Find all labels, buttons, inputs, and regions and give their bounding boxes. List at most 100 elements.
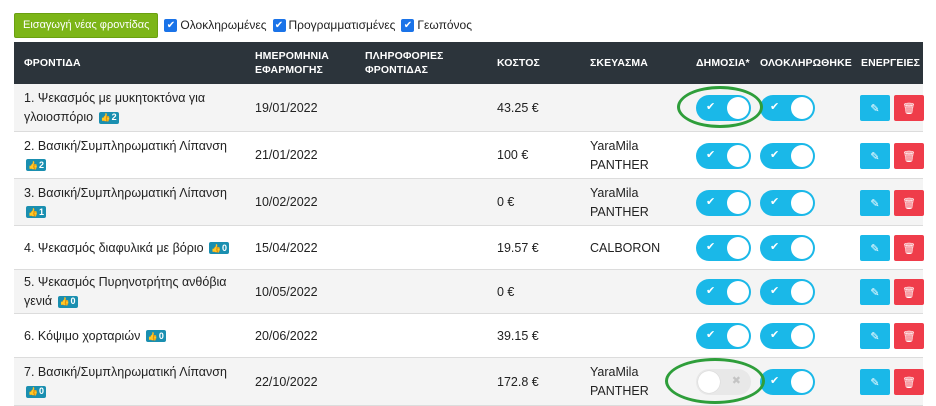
col-completed: ΟΛΟΚΛΗΡΩΘΗΚΕ bbox=[760, 57, 852, 69]
info-cell bbox=[365, 132, 485, 179]
toggle-knob bbox=[791, 145, 813, 167]
toggle-knob bbox=[727, 325, 749, 347]
thumbs-up-icon: 👍 bbox=[147, 331, 158, 341]
care-name[interactable]: 5. Ψεκασμός Πυρηνοτρήτης ανθόβια γενιά bbox=[24, 275, 227, 308]
cost-cell: 0 € bbox=[497, 195, 515, 209]
care-name-cell: 2. Βασική/Συμπληρωματική Λίπανση 👍 2 bbox=[24, 132, 246, 179]
thumbs-up-icon: 👍 bbox=[59, 297, 70, 307]
info-cell bbox=[365, 179, 485, 226]
delete-button[interactable]: 🗑 bbox=[894, 143, 924, 169]
trash-icon: 🗑 bbox=[902, 241, 916, 255]
delete-button[interactable]: 🗑 bbox=[894, 279, 924, 305]
care-name-cell: 4. Ψεκασμός διαφυλικά με βόριο 👍 0 bbox=[24, 226, 246, 270]
table-row: 4. Ψεκασμός διαφυλικά με βόριο 👍 0 15/04/2… bbox=[14, 226, 924, 270]
edit-button[interactable]: ✎ bbox=[860, 190, 890, 216]
date-cell: 15/04/2022 bbox=[255, 240, 318, 255]
checkbox-checked-icon[interactable]: ✔ bbox=[164, 18, 178, 32]
delete-button[interactable]: 🗑 bbox=[894, 235, 924, 261]
date-cell: 21/01/2022 bbox=[255, 148, 318, 162]
edit-button[interactable]: ✎ bbox=[860, 235, 890, 261]
check-icon: ✔ bbox=[770, 240, 780, 253]
col-date-line2: ΕΦΑΡΜΟΓΗΣ bbox=[255, 64, 323, 76]
checkbox-checked-icon[interactable]: ✔ bbox=[272, 18, 286, 32]
public-toggle[interactable]: ✔ bbox=[696, 323, 751, 349]
check-icon: ✔ bbox=[706, 240, 716, 253]
toggle-knob bbox=[727, 145, 749, 167]
check-icon: ✔ bbox=[706, 328, 716, 341]
cost-cell: 39.15 € bbox=[497, 328, 539, 343]
product-cell bbox=[590, 314, 680, 358]
toggle-knob bbox=[791, 192, 813, 214]
edit-icon: ✎ bbox=[870, 375, 880, 389]
likes-count: 0 bbox=[158, 330, 164, 341]
completed-toggle[interactable]: ✔ bbox=[760, 369, 815, 395]
care-name-cell: 5. Ψεκασμός Πυρηνοτρήτης ανθόβια γενιά 👍… bbox=[24, 270, 246, 314]
col-date-line1: ΗΜΕΡΟΜΗΝΙΑ bbox=[255, 50, 329, 62]
care-name[interactable]: 6. Κόψιμο χορταριών bbox=[24, 329, 140, 343]
delete-button[interactable]: 🗑 bbox=[894, 95, 924, 121]
check-icon: ✔ bbox=[770, 328, 780, 341]
delete-button[interactable]: 🗑 bbox=[894, 323, 924, 349]
care-name-cell: 1. Ψεκασμός με μυκητοκτόνα για γλοιοσπόρ… bbox=[24, 84, 246, 132]
public-toggle[interactable]: ✔ bbox=[696, 190, 751, 216]
filter-scheduled[interactable]: ✔ Προγραμματισμένες bbox=[272, 18, 396, 32]
edit-icon: ✎ bbox=[870, 329, 880, 343]
edit-button[interactable]: ✎ bbox=[860, 369, 890, 395]
edit-button[interactable]: ✎ bbox=[860, 95, 890, 121]
col-date: ΗΜΕΡΟΜΗΝΙΑ ΕΦΑΡΜΟΓΗΣ bbox=[255, 42, 329, 84]
public-toggle[interactable]: ✔ bbox=[696, 235, 751, 261]
table-row: 2. Βασική/Συμπληρωματική Λίπανση 👍 2 21/01… bbox=[14, 132, 924, 179]
edit-button[interactable]: ✎ bbox=[860, 143, 890, 169]
edit-button[interactable]: ✎ bbox=[860, 279, 890, 305]
care-name[interactable]: 7. Βασική/Συμπληρωματική Λίπανση bbox=[24, 365, 227, 379]
date-cell: 22/10/2022 bbox=[255, 374, 318, 389]
info-cell bbox=[365, 358, 485, 406]
toggle-knob bbox=[791, 97, 813, 119]
toggle-knob bbox=[727, 192, 749, 214]
likes-badge: 👍 0 bbox=[57, 295, 78, 308]
likes-count: 1 bbox=[38, 206, 44, 217]
product-cell: YaraMila PANTHER bbox=[590, 138, 649, 172]
trash-icon: 🗑 bbox=[902, 375, 916, 389]
filter-completed[interactable]: ✔ Ολοκληρωμένες bbox=[164, 18, 267, 32]
date-cell: 10/02/2022 bbox=[255, 195, 318, 209]
check-icon: ✔ bbox=[706, 195, 716, 208]
info-cell bbox=[365, 226, 485, 270]
toolbar: Εισαγωγή νέας φροντίδας ✔ Ολοκληρωμένες … bbox=[14, 12, 472, 38]
care-name[interactable]: 3. Βασική/Συμπληρωματική Λίπανση bbox=[24, 186, 227, 200]
public-toggle[interactable]: ✔ bbox=[696, 279, 751, 305]
completed-toggle[interactable]: ✔ bbox=[760, 235, 815, 261]
care-name[interactable]: 4. Ψεκασμός διαφυλικά με βόριο bbox=[24, 241, 204, 255]
care-table: ΦΡΟΝΤΙΔΑ ΗΜΕΡΟΜΗΝΙΑ ΕΦΑΡΜΟΓΗΣ ΠΛΗΡΟΦΟΡΙΕΣ… bbox=[14, 42, 924, 406]
edit-icon: ✎ bbox=[870, 285, 880, 299]
completed-toggle[interactable]: ✔ bbox=[760, 190, 815, 216]
completed-toggle[interactable]: ✔ bbox=[760, 279, 815, 305]
thumbs-up-icon: 👍 bbox=[28, 160, 38, 170]
toggle-knob bbox=[791, 281, 813, 303]
edit-icon: ✎ bbox=[870, 101, 880, 115]
check-icon: ✔ bbox=[770, 284, 780, 297]
filter-agronomist[interactable]: ✔ Γεωπόνος bbox=[401, 18, 472, 32]
delete-button[interactable]: 🗑 bbox=[894, 369, 924, 395]
toggle-knob bbox=[791, 371, 813, 393]
filter-label: Προγραμματισμένες bbox=[288, 18, 396, 32]
care-name[interactable]: 2. Βασική/Συμπληρωματική Λίπανση bbox=[24, 139, 227, 153]
public-toggle[interactable]: ✔ bbox=[696, 143, 751, 169]
checkbox-checked-icon[interactable]: ✔ bbox=[401, 18, 415, 32]
toggle-knob bbox=[727, 237, 749, 259]
likes-count: 0 bbox=[222, 242, 228, 253]
edit-button[interactable]: ✎ bbox=[860, 323, 890, 349]
date-cell: 19/01/2022 bbox=[255, 100, 318, 115]
likes-count: 2 bbox=[111, 112, 117, 123]
add-care-button[interactable]: Εισαγωγή νέας φροντίδας bbox=[14, 12, 159, 38]
completed-toggle[interactable]: ✔ bbox=[760, 143, 815, 169]
thumbs-up-icon: 👍 bbox=[28, 387, 38, 397]
check-icon: ✔ bbox=[706, 148, 716, 161]
completed-toggle[interactable]: ✔ bbox=[760, 323, 815, 349]
table-row: 6. Κόψιμο χορταριών 👍 0 20/06/2022 39.15 € ✔… bbox=[14, 314, 924, 358]
completed-toggle[interactable]: ✔ bbox=[760, 95, 815, 121]
product-cell: YaraMila PANTHER bbox=[590, 185, 649, 219]
likes-count: 2 bbox=[38, 159, 44, 170]
delete-button[interactable]: 🗑 bbox=[894, 190, 924, 216]
col-actions: ΕΝΕΡΓΕΙΕΣ bbox=[861, 57, 921, 69]
